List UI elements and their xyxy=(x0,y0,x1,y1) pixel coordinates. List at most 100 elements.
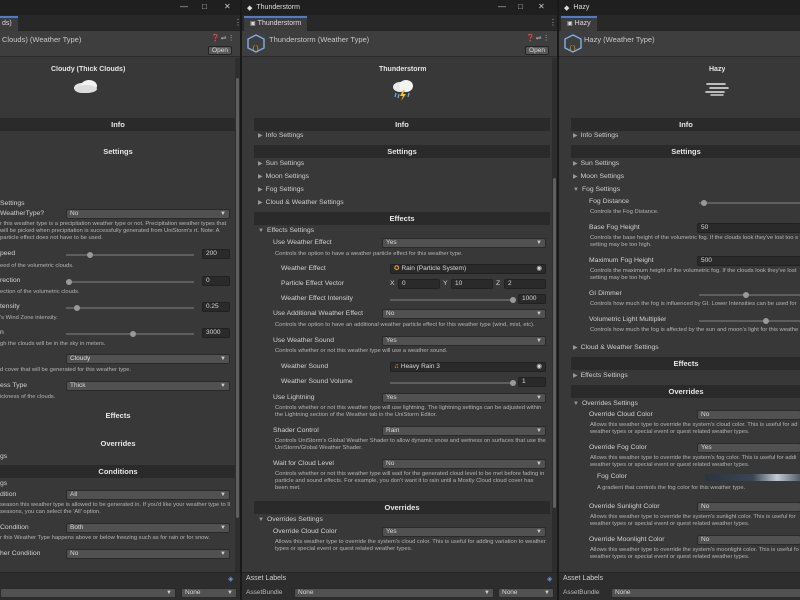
conditions-foldout[interactable]: gs xyxy=(0,480,7,487)
kebab-menu-icon[interactable]: ⋮ xyxy=(549,18,557,27)
left-bundle-dropdown[interactable]: ▼ xyxy=(0,588,176,598)
middle-scrollbar[interactable] xyxy=(552,58,557,572)
close-icon[interactable]: ✕ xyxy=(538,2,545,11)
vector-y-field[interactable]: 10 xyxy=(451,279,493,289)
gi-dimmer-knob[interactable] xyxy=(743,292,749,298)
vol-light-knob[interactable] xyxy=(763,318,769,324)
use-lightning-dropdown[interactable]: Yes ▼ xyxy=(382,393,546,403)
vol-light-track[interactable] xyxy=(699,320,800,322)
foldout-fog-settings[interactable]: ▼ Fog Settings xyxy=(573,186,620,193)
speed-slider-knob[interactable] xyxy=(87,252,93,258)
right-inspector-header: {} Hazy (Weather Type) xyxy=(559,31,800,57)
open-button[interactable]: Open xyxy=(208,46,232,55)
use-weather-sound-dropdown[interactable]: Yes ▼ xyxy=(382,336,546,346)
maximize-icon[interactable]: □ xyxy=(202,2,207,11)
override-sun-dropdown[interactable]: No xyxy=(697,502,800,512)
tab-left-weather[interactable]: ds) xyxy=(0,16,18,31)
intensity-field[interactable]: 0.25 xyxy=(202,302,230,312)
use-additional-dropdown[interactable]: No ▼ xyxy=(382,309,546,319)
left-scrollbar[interactable] xyxy=(235,58,240,572)
foldout-sun-settings[interactable]: ▶ Sun Settings xyxy=(573,160,619,167)
vector-x-field[interactable]: 0 xyxy=(398,279,440,289)
wait-cloud-dropdown[interactable]: No ▼ xyxy=(382,459,546,469)
override-cloud-dropdown[interactable]: No xyxy=(697,410,800,420)
foldout-moon-settings[interactable]: ▶ Moon Settings xyxy=(573,173,624,180)
direction-field[interactable]: 0 xyxy=(202,276,230,286)
volume-slider-track[interactable] xyxy=(390,382,512,384)
foldout-fog-settings[interactable]: ▶ Fog Settings xyxy=(258,186,304,193)
settings-foldout[interactable]: Settings xyxy=(0,200,25,207)
minimize-icon[interactable]: — xyxy=(498,2,506,11)
base-fog-height-field[interactable]: 50 xyxy=(697,223,800,233)
height-slider-knob[interactable] xyxy=(130,331,136,337)
fog-color-gradient[interactable] xyxy=(705,474,800,481)
override-fog-dropdown[interactable]: Yes xyxy=(697,443,800,453)
temperature-dropdown[interactable]: Both ▼ xyxy=(66,523,230,533)
header-icons[interactable]: ❓⇌⋮ xyxy=(526,34,551,42)
weather-effect-field[interactable]: ✪ Rain (Particle System) ◉ xyxy=(390,264,546,274)
direction-slider-knob[interactable] xyxy=(66,279,72,285)
foldout-sun-settings[interactable]: ▶ Sun Settings xyxy=(258,160,304,167)
right-bundle-dropdown[interactable]: None xyxy=(611,588,800,598)
fog-distance-track[interactable] xyxy=(699,202,800,204)
fog-color-help: A gradient that controls the fog color f… xyxy=(597,485,746,491)
fog-distance-knob[interactable] xyxy=(701,200,707,206)
intensity-slider-knob[interactable] xyxy=(74,305,80,311)
open-button[interactable]: Open xyxy=(525,46,549,55)
volume-field[interactable]: 1 xyxy=(518,377,546,387)
foldout-info-settings[interactable]: ▶ Info Settings xyxy=(573,132,618,139)
foldout-effects-settings[interactable]: ▶ Effects Settings xyxy=(573,372,628,379)
vector-z-field[interactable]: 2 xyxy=(504,279,546,289)
cloud-level-dropdown[interactable]: Cloudy ▼ xyxy=(66,354,230,364)
speed-slider-track[interactable] xyxy=(66,254,194,256)
height-field[interactable]: 3000 xyxy=(202,328,230,338)
other-condition-dropdown[interactable]: No ▼ xyxy=(66,549,230,559)
foldout-effects-settings[interactable]: ▼ Effects Settings xyxy=(258,227,314,234)
lock-icon: ▣ xyxy=(567,21,573,27)
maximize-icon[interactable]: □ xyxy=(518,2,523,11)
intensity-slider-track[interactable] xyxy=(66,307,194,309)
middle-bundle-dropdown[interactable]: None ▼ xyxy=(294,588,494,598)
preview-title: Hazy xyxy=(709,66,726,73)
shader-control-dropdown[interactable]: Rain ▼ xyxy=(382,426,546,436)
asset-bundle-label: AssetBundle xyxy=(563,589,600,596)
close-icon[interactable]: ✕ xyxy=(224,2,231,11)
speed-field[interactable]: 200 xyxy=(202,249,230,259)
kebab-menu-icon[interactable]: ⋮ xyxy=(234,18,240,27)
foldout-cloud-weather-settings[interactable]: ▶ Cloud & Weather Settings xyxy=(258,199,344,206)
gi-dimmer-track[interactable] xyxy=(699,294,800,296)
override-cloud-dropdown[interactable]: Yes ▼ xyxy=(382,527,546,537)
object-picker-icon[interactable]: ◉ xyxy=(536,265,542,273)
foldout-cloud-weather-settings[interactable]: ▶ Cloud & Weather Settings xyxy=(573,344,659,351)
foldout-overrides-settings[interactable]: ▼ Overrides Settings xyxy=(258,516,323,523)
volume-slider-knob[interactable] xyxy=(510,380,516,386)
intensity-slider-track[interactable] xyxy=(390,299,512,301)
season-dropdown[interactable]: All ▼ xyxy=(66,490,230,500)
tab-thunderstorm[interactable]: ▣ Thunderstorm xyxy=(244,16,308,31)
use-weather-effect-dropdown[interactable]: Yes ▼ xyxy=(382,238,546,248)
max-fog-height-field[interactable]: 500 xyxy=(697,256,800,266)
weather-sound-field[interactable]: ♫ Heavy Rain 3 ◉ xyxy=(390,362,546,372)
middle-variant-dropdown[interactable]: None ▼ xyxy=(498,588,554,598)
direction-slider-track[interactable] xyxy=(66,281,194,283)
override-moon-dropdown[interactable]: No xyxy=(697,535,800,545)
audio-clip-icon: ♫ xyxy=(394,363,399,370)
shader-control-help: Controls UniStorm's Global Weather Shade… xyxy=(275,438,546,451)
intensity-field[interactable]: 1000 xyxy=(518,294,546,304)
script-asset-icon: {} xyxy=(247,34,265,53)
precipitation-dropdown[interactable]: No ▼ xyxy=(66,209,230,219)
object-picker-icon[interactable]: ◉ xyxy=(536,363,542,371)
foldout-info-settings[interactable]: ▶ Info Settings xyxy=(258,132,303,139)
header-icons[interactable]: ❓⇌⋮ xyxy=(211,34,236,42)
intensity-slider-knob[interactable] xyxy=(510,297,516,303)
fog-distance-label: Fog Distance xyxy=(589,198,630,205)
foldout-overrides-settings[interactable]: ▼ Overrides Settings xyxy=(573,400,638,407)
foldout-moon-settings[interactable]: ▶ Moon Settings xyxy=(258,173,309,180)
tab-hazy[interactable]: ▣ Hazy xyxy=(561,16,597,31)
left-variant-dropdown[interactable]: None ▼ xyxy=(181,588,237,598)
minimize-icon[interactable]: — xyxy=(180,2,188,11)
overrides-foldout[interactable]: gs xyxy=(0,453,7,460)
section-effects: Effects xyxy=(571,357,800,370)
override-cloud-label: Override Cloud Color xyxy=(589,411,653,418)
thickness-dropdown[interactable]: Thick ▼ xyxy=(66,381,230,391)
